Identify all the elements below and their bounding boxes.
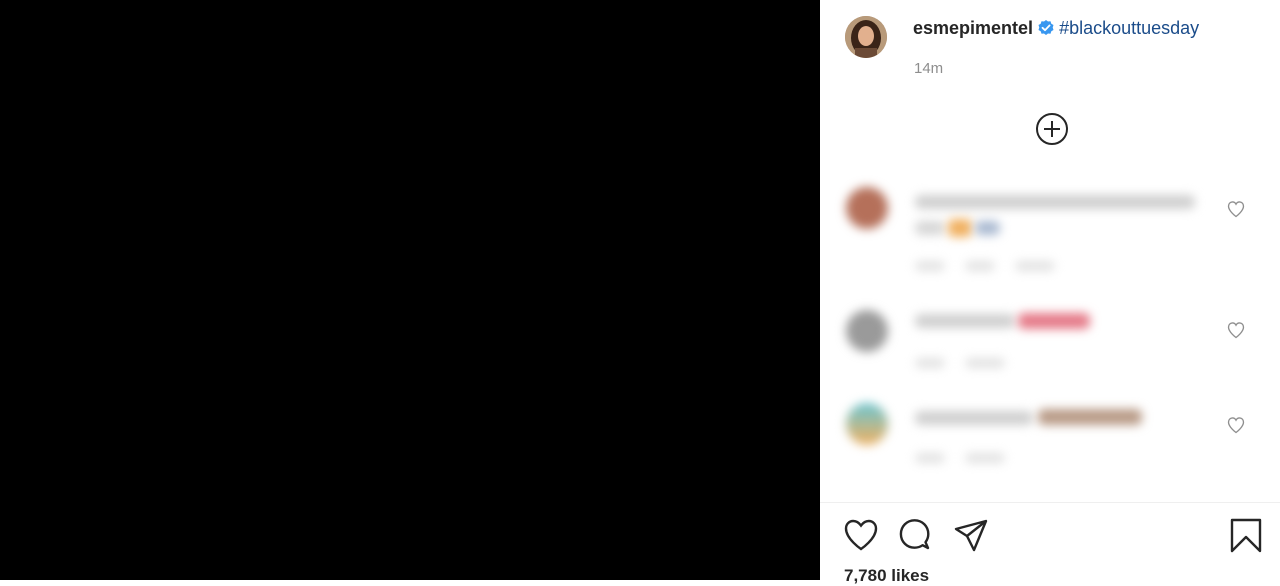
comment-text-blurred [915, 314, 1015, 328]
comment-text-blurred [1018, 313, 1090, 329]
post-sidebar: esmepimentel #blackouttuesday 14m 7,780 … [820, 0, 1280, 585]
comment-like-heart-icon[interactable] [1226, 199, 1246, 219]
comment-like-heart-icon[interactable] [1226, 415, 1246, 435]
post-media[interactable] [0, 0, 820, 580]
comment-meta-blurred [965, 453, 1005, 463]
comment-meta-blurred [915, 261, 945, 271]
post-timestamp[interactable]: 14m [914, 60, 943, 77]
share-icon[interactable] [952, 516, 990, 554]
comment-meta-blurred [965, 261, 995, 271]
post-caption: esmepimentel #blackouttuesday [913, 18, 1199, 42]
heart-icon[interactable] [842, 516, 880, 554]
comment-avatar[interactable] [846, 310, 888, 352]
comment-text-blurred [915, 411, 1033, 425]
comment-emoji-blurred [975, 221, 1000, 235]
plus-circle-icon[interactable] [1035, 112, 1069, 146]
hashtag-link[interactable]: #blackouttuesday [1059, 18, 1199, 38]
comment-emoji-blurred [948, 219, 972, 237]
comment-item [820, 175, 1280, 271]
comment-icon[interactable] [896, 516, 934, 554]
likes-count[interactable]: 7,780 likes [844, 566, 929, 586]
comment-avatar[interactable] [846, 187, 888, 229]
comment-item [820, 300, 1280, 390]
user-avatar[interactable] [845, 16, 887, 58]
verified-badge-icon [1037, 19, 1055, 42]
bookmark-icon[interactable] [1227, 516, 1265, 554]
username-link[interactable]: esmepimentel [913, 18, 1033, 38]
comment-text-blurred [1038, 409, 1142, 425]
comment-text-blurred [915, 221, 945, 235]
comment-text-blurred [915, 195, 1195, 209]
comment-like-heart-icon[interactable] [1226, 320, 1246, 340]
comment-meta-blurred [965, 358, 1005, 368]
actions-divider [820, 502, 1280, 503]
comment-meta-blurred [1015, 261, 1055, 271]
comment-meta-blurred [915, 453, 945, 463]
comment-avatar[interactable] [846, 403, 888, 445]
comment-meta-blurred [915, 358, 945, 368]
comment-item [820, 395, 1280, 485]
